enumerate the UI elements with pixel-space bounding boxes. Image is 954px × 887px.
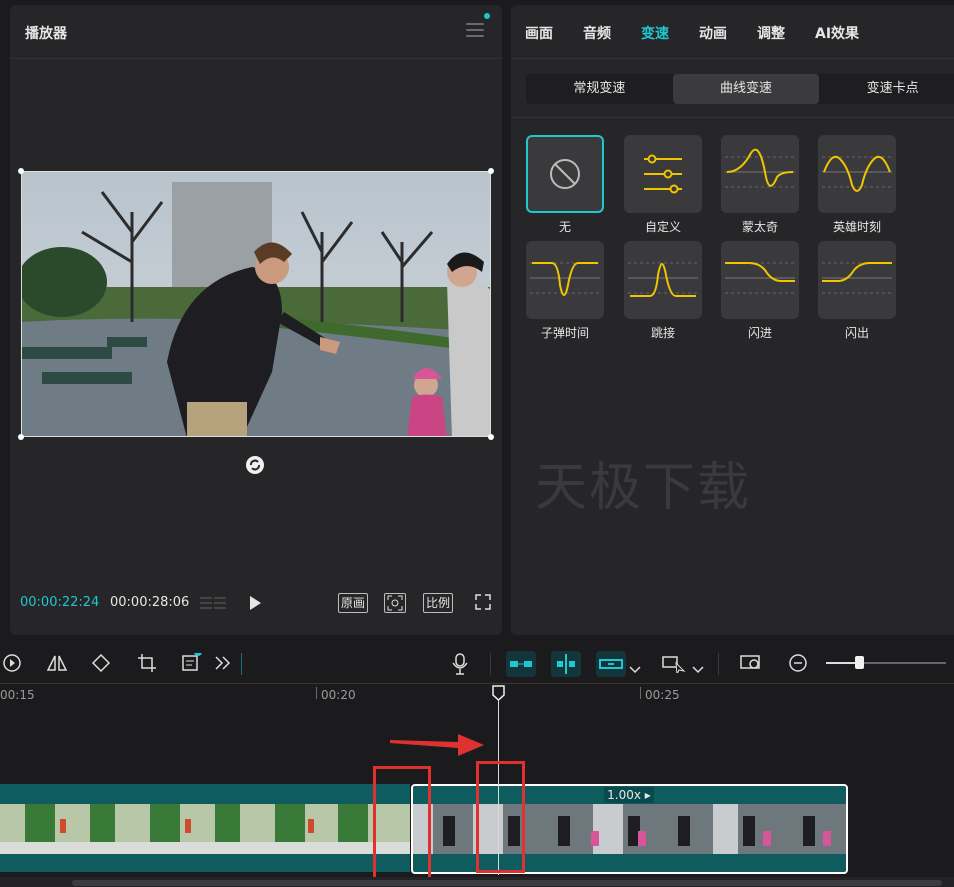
preset-montage[interactable]: 蒙太奇 — [721, 135, 799, 235]
preset-none[interactable]: 无 — [526, 135, 604, 235]
curve-flash-in-icon — [725, 262, 795, 294]
divider — [718, 653, 719, 675]
preset-label: 英雄时刻 — [832, 220, 881, 234]
menu-icon[interactable] — [466, 23, 484, 37]
more-tools-icon[interactable] — [213, 653, 233, 677]
curve-flash-out-icon — [822, 262, 892, 294]
ruler-tick — [316, 687, 317, 699]
crop-handle[interactable] — [18, 168, 24, 174]
mode-beat[interactable]: 变速卡点 — [819, 74, 954, 104]
crop-handle[interactable] — [488, 168, 494, 174]
divider — [241, 653, 242, 675]
player-panel: 播放器 00:00:22:24 00:00:28:06 原画 比例 — [10, 5, 502, 635]
divider — [490, 653, 491, 675]
player-title: 播放器 — [25, 26, 67, 42]
highlight-box — [373, 766, 431, 882]
preset-hero[interactable]: 英雄时刻 — [818, 135, 896, 235]
curve-hero-icon — [822, 155, 892, 192]
crop-handle[interactable] — [488, 434, 494, 440]
zoom-out-icon[interactable] — [788, 653, 808, 677]
tab-picture[interactable]: 画面 — [525, 23, 553, 43]
text-edit-icon[interactable] — [181, 648, 203, 677]
preset-bullet-time[interactable]: 子弹时间 — [526, 241, 604, 341]
audio-meter-icon — [200, 595, 226, 611]
preset-label: 跳接 — [650, 326, 675, 340]
ruler-label: 00:20 — [321, 688, 356, 702]
divider — [511, 117, 954, 118]
tab-animation[interactable]: 动画 — [699, 23, 727, 43]
ruler-label: 00:15 — [0, 688, 35, 702]
mode-normal[interactable]: 常规变速 — [526, 74, 673, 104]
preview-axis-icon[interactable] — [662, 653, 688, 677]
clip-speed: 1.00x — [607, 788, 641, 802]
tab-speed[interactable]: 变速 — [641, 23, 669, 43]
highlight-box — [476, 761, 525, 873]
ruler-tick — [640, 687, 641, 699]
none-icon — [550, 159, 580, 189]
fit-screen-icon[interactable] — [384, 593, 406, 613]
play-icon[interactable] — [250, 596, 261, 610]
curve-montage-icon — [725, 148, 795, 188]
crop-icon[interactable] — [137, 653, 157, 677]
speed-panel: 画面 音频 变速 动画 调整 AI效果 常规变速 曲线变速 变速卡点 无 自定义… — [511, 5, 954, 635]
chevron-down-icon[interactable] — [629, 659, 641, 678]
mirror-icon[interactable] — [46, 653, 68, 677]
preset-flash-out[interactable]: 闪出 — [818, 241, 896, 341]
speed-mode-switch: 常规变速 曲线变速 变速卡点 — [526, 74, 954, 104]
notification-dot — [484, 13, 490, 19]
clip-speed-badge: 1.00x ▸ — [604, 787, 654, 803]
timeline-ruler[interactable]: 00:15 00:20 00:25 — [0, 683, 954, 707]
total-time: 00:00:28:06 — [110, 595, 190, 610]
zoom-fit-icon[interactable] — [740, 653, 764, 677]
fullscreen-icon[interactable] — [475, 594, 491, 614]
arrow-annotation — [390, 734, 484, 756]
tab-adjust[interactable]: 调整 — [757, 23, 785, 43]
video-clip[interactable] — [0, 784, 410, 872]
preset-jump-cut[interactable]: 跳接 — [624, 241, 702, 341]
ruler-label: 00:25 — [645, 688, 680, 702]
mode-curve[interactable]: 曲线变速 — [672, 74, 820, 104]
preset-label: 闪进 — [747, 326, 772, 340]
timeline-toolbar — [0, 645, 954, 683]
main-track-magnet-icon[interactable] — [506, 651, 536, 677]
preset-label: 闪出 — [844, 326, 869, 340]
curve-jump-icon — [628, 262, 698, 297]
divider — [511, 58, 954, 59]
microphone-icon[interactable] — [450, 653, 470, 679]
ratio-button[interactable]: 比例 — [423, 593, 454, 613]
video-preview[interactable] — [21, 171, 491, 437]
playhead-handle[interactable] — [492, 685, 505, 702]
sliders-icon — [644, 154, 682, 194]
curve-bullet-icon — [530, 262, 600, 296]
preset-flash-in[interactable]: 闪进 — [721, 241, 799, 341]
watermark: 天极下载 — [535, 458, 752, 518]
freeze-icon[interactable] — [2, 653, 22, 677]
scrollbar-thumb[interactable] — [72, 880, 942, 886]
tab-ai-effects[interactable]: AI效果 — [815, 23, 859, 43]
current-time: 00:00:22:24 — [20, 595, 100, 610]
divider — [10, 58, 502, 59]
crop-handle[interactable] — [18, 434, 24, 440]
chevron-down-icon[interactable] — [692, 659, 704, 678]
preset-label: 蒙太奇 — [741, 220, 778, 234]
linkage-icon[interactable] — [596, 651, 626, 677]
tab-audio[interactable]: 音频 — [583, 23, 611, 43]
preset-label: 自定义 — [644, 220, 681, 234]
auto-snap-icon[interactable] — [551, 651, 581, 677]
preset-label: 无 — [558, 220, 571, 234]
rotate-icon[interactable] — [246, 456, 264, 474]
rotate-clip-icon[interactable] — [91, 653, 111, 677]
zoom-slider-thumb[interactable] — [855, 656, 864, 669]
preset-label: 子弹时间 — [540, 326, 589, 340]
preset-custom[interactable]: 自定义 — [624, 135, 702, 235]
property-tabs: 画面 音频 变速 动画 调整 AI效果 — [525, 23, 889, 43]
original-button[interactable]: 原画 — [338, 593, 369, 613]
